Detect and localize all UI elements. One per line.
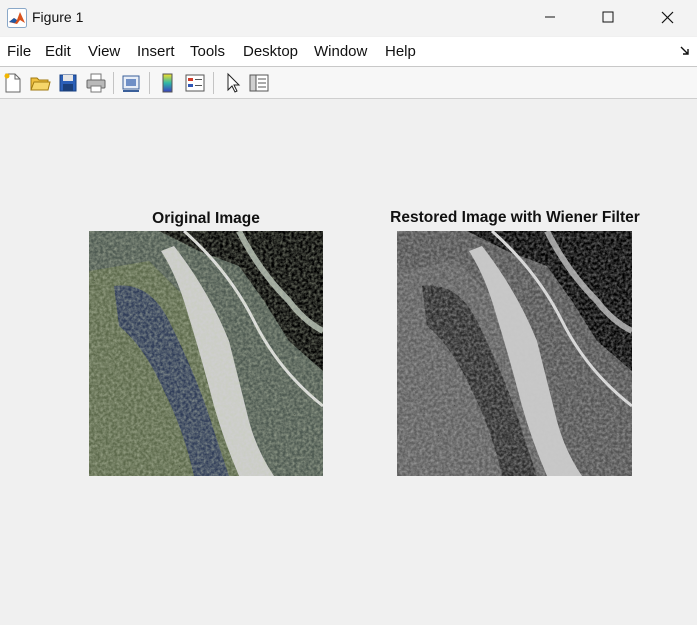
toolbar-separator bbox=[113, 72, 114, 94]
link-plot-icon[interactable] bbox=[120, 72, 142, 94]
menu-view[interactable]: View bbox=[88, 43, 120, 60]
menu-tools[interactable]: Tools bbox=[190, 43, 225, 60]
restored-image bbox=[397, 231, 632, 476]
property-inspector-icon[interactable] bbox=[248, 72, 270, 94]
save-icon[interactable] bbox=[57, 72, 79, 94]
menu-insert[interactable]: Insert bbox=[137, 43, 175, 60]
matlab-logo-icon bbox=[7, 8, 27, 28]
legend-icon[interactable] bbox=[184, 72, 206, 94]
menu-edit[interactable]: Edit bbox=[45, 43, 71, 60]
menu-help[interactable]: Help bbox=[385, 43, 416, 60]
colorbar-icon[interactable] bbox=[157, 72, 179, 94]
toolbar-separator bbox=[213, 72, 214, 94]
original-image-render bbox=[89, 231, 323, 476]
dock-figure-icon[interactable] bbox=[679, 45, 691, 57]
minimize-button[interactable] bbox=[520, 0, 580, 34]
minimize-icon bbox=[545, 16, 555, 18]
window-title: Figure 1 bbox=[32, 9, 84, 25]
maximize-icon bbox=[602, 11, 614, 23]
new-figure-icon[interactable] bbox=[2, 72, 24, 94]
print-icon[interactable] bbox=[85, 72, 107, 94]
close-button[interactable] bbox=[637, 0, 697, 34]
restored-image-render bbox=[397, 231, 632, 476]
original-image-title: Original Image bbox=[152, 210, 260, 227]
original-image bbox=[89, 231, 323, 476]
title-bar: Figure 1 bbox=[0, 0, 697, 36]
figure-toolbar bbox=[0, 67, 697, 99]
menu-file[interactable]: File bbox=[7, 43, 31, 60]
menu-bar: File Edit View Insert Tools Desktop Wind… bbox=[0, 37, 697, 67]
maximize-button[interactable] bbox=[578, 0, 638, 34]
open-file-icon[interactable] bbox=[29, 72, 51, 94]
toolbar-separator bbox=[149, 72, 150, 94]
menu-window[interactable]: Window bbox=[314, 43, 367, 60]
pointer-icon[interactable] bbox=[222, 72, 244, 94]
restored-image-title: Restored Image with Wiener Filter bbox=[390, 209, 640, 226]
menu-desktop[interactable]: Desktop bbox=[243, 43, 298, 60]
close-icon bbox=[661, 11, 673, 23]
